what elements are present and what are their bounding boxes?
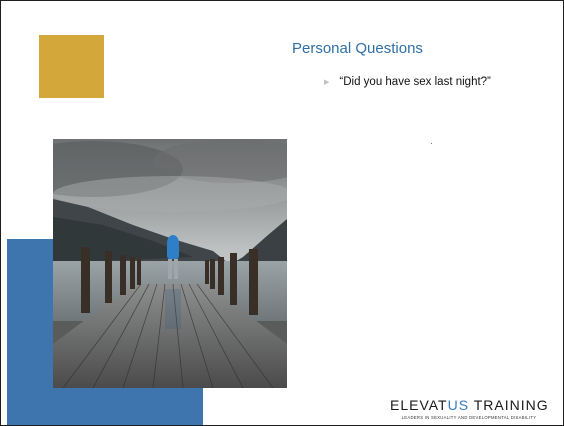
brand-tagline: LEADERS IN SEXUALITY AND DEVELOPMENTAL D… — [401, 415, 537, 420]
stray-dot — [431, 143, 432, 144]
brand-logo: ELEVATUS TRAINING LEADERS IN SEXUALITY A… — [390, 397, 548, 420]
pier-photo — [53, 139, 287, 388]
triangle-right-icon: ▶ — [324, 79, 330, 86]
brand-name: ELEVATUS TRAINING — [390, 397, 549, 413]
gold-decor-square — [39, 35, 104, 98]
bullet-item: ▶ “Did you have sex last night?” — [324, 76, 491, 88]
slide-title: Personal Questions — [292, 40, 423, 57]
slide: Personal Questions ▶ “Did you have sex l… — [0, 0, 564, 426]
bullet-text: “Did you have sex last night?” — [339, 76, 491, 88]
